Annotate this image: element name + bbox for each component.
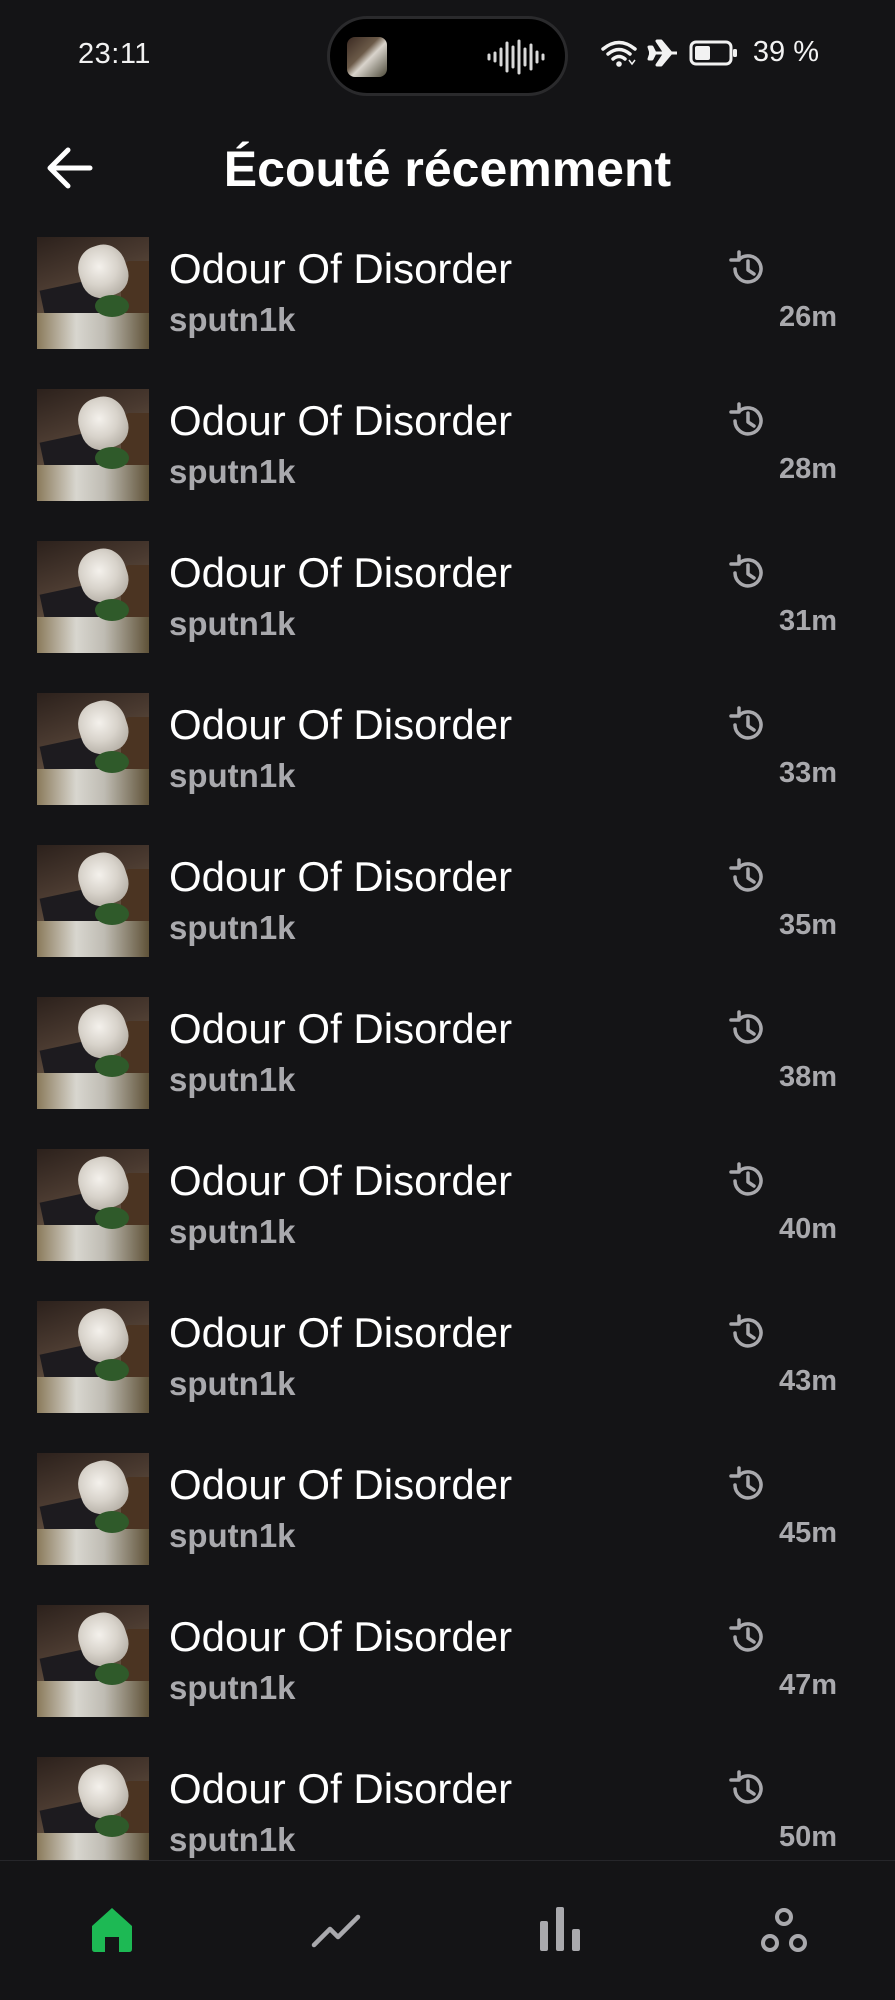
track-time: 40m [778,1213,837,1245]
social-icon[interactable] [754,1899,814,1959]
history-icon [729,402,763,436]
history-icon [729,1162,763,1196]
track-artist: sputn1k [169,1365,296,1402]
home-icon[interactable] [82,1899,142,1959]
album-artwork [37,1301,149,1413]
album-artwork [37,541,149,653]
album-artwork [37,845,149,957]
track-artist: sputn1k [169,301,296,338]
status-time: 23:11 [78,38,151,70]
track-title: Odour Of Disorder [169,853,513,900]
dynamic-island[interactable] [327,16,568,96]
album-artwork [37,237,149,349]
header: Écouté récemment [0,110,895,230]
track-row[interactable]: Odour Of Disorder sputn1k 50m [0,1755,895,1860]
history-icon [729,858,763,892]
track-artist: sputn1k [169,605,296,642]
history-icon [729,250,763,284]
track-title: Odour Of Disorder [169,397,513,444]
track-row[interactable]: Odour Of Disorder sputn1k 31m [0,539,895,691]
battery-percent: 39 % [752,36,819,68]
album-artwork [37,1605,149,1717]
track-title: Odour Of Disorder [169,1613,513,1660]
track-title: Odour Of Disorder [169,1765,513,1812]
track-time: 45m [778,1517,837,1549]
album-artwork [37,1453,149,1565]
track-artist: sputn1k [169,1517,296,1554]
track-time: 31m [778,605,837,637]
page-title: Écouté récemment [223,141,672,197]
track-title: Odour Of Disorder [169,701,513,748]
bottom-nav [0,1860,895,2000]
history-icon [729,1010,763,1044]
track-time: 26m [778,301,837,333]
track-time: 47m [778,1669,837,1701]
now-playing-artwork [347,37,387,77]
track-row[interactable]: Odour Of Disorder sputn1k 35m [0,843,895,995]
status-icons: 39 % [601,36,819,69]
track-artist: sputn1k [169,1061,296,1098]
album-artwork [37,389,149,501]
wifi-icon [601,40,637,67]
track-artist: sputn1k [169,1669,296,1706]
audio-wave-icon [487,39,545,75]
history-icon [729,1466,763,1500]
track-row[interactable]: Odour Of Disorder sputn1k 26m [0,235,895,387]
track-time: 35m [778,909,837,941]
trend-icon[interactable] [306,1899,366,1959]
status-bar: 23:11 39 % [0,0,895,110]
track-row[interactable]: Odour Of Disorder sputn1k 43m [0,1299,895,1451]
track-row[interactable]: Odour Of Disorder sputn1k 38m [0,995,895,1147]
track-time: 50m [778,1821,837,1853]
track-artist: sputn1k [169,453,296,490]
track-title: Odour Of Disorder [169,549,513,596]
track-row[interactable]: Odour Of Disorder sputn1k 45m [0,1451,895,1603]
track-artist: sputn1k [169,909,296,946]
track-title: Odour Of Disorder [169,1005,513,1052]
track-row[interactable]: Odour Of Disorder sputn1k 47m [0,1603,895,1755]
history-icon [729,1314,763,1348]
track-artist: sputn1k [169,1213,296,1250]
track-artist: sputn1k [169,757,296,794]
track-title: Odour Of Disorder [169,1157,513,1204]
track-row[interactable]: Odour Of Disorder sputn1k 33m [0,691,895,843]
track-row[interactable]: Odour Of Disorder sputn1k 28m [0,387,895,539]
album-artwork [37,1757,149,1860]
battery-icon [689,40,737,65]
track-time: 28m [778,453,837,485]
track-title: Odour Of Disorder [169,245,513,292]
album-artwork [37,693,149,805]
track-title: Odour Of Disorder [169,1309,513,1356]
history-icon [729,706,763,740]
history-icon [729,1770,763,1804]
track-title: Odour Of Disorder [169,1461,513,1508]
track-artist: sputn1k [169,1821,296,1858]
track-time: 43m [778,1365,837,1397]
track-time: 38m [778,1061,837,1093]
history-icon [729,1618,763,1652]
track-row[interactable]: Odour Of Disorder sputn1k 40m [0,1147,895,1299]
track-time: 33m [778,757,837,789]
album-artwork [37,997,149,1109]
airplane-icon [647,39,677,66]
recent-tracks-list[interactable]: Odour Of Disorder sputn1k 26m Odour Of D… [0,235,895,1860]
album-artwork [37,1149,149,1261]
stats-icon[interactable] [530,1899,590,1959]
history-icon [729,554,763,588]
